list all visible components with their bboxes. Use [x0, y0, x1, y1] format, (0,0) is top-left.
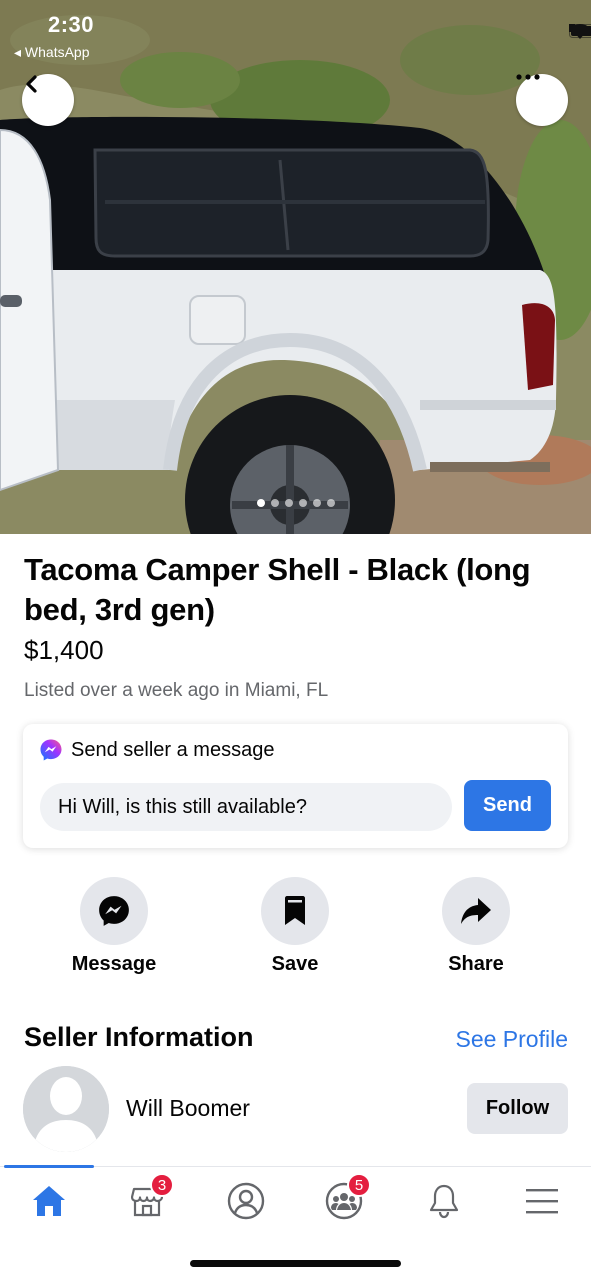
listing-title: Tacoma Camper Shell - Black (long bed, 3… [24, 552, 531, 627]
share-action-circle[interactable] [442, 877, 510, 945]
message-action-circle[interactable] [80, 877, 148, 945]
save-action-circle[interactable] [261, 877, 329, 945]
default-avatar-icon [23, 1066, 109, 1152]
marketplace-badge: 3 [150, 1173, 174, 1197]
photo-dot[interactable] [256, 499, 265, 507]
more-options-button[interactable] [516, 74, 568, 126]
tab-notifications[interactable] [414, 1179, 474, 1223]
photo-dot[interactable] [326, 499, 335, 507]
save-action-button[interactable]: Save [235, 877, 355, 976]
truck-photo [0, 0, 591, 534]
save-action-label: Save [271, 953, 319, 975]
seller-name[interactable]: Will Boomer [126, 1095, 250, 1122]
message-seller-card: Send seller a message Hi Will, is this s… [23, 724, 568, 848]
bottom-tab-bar: 3 5 [0, 1165, 591, 1236]
photo-dot[interactable] [312, 499, 321, 507]
see-profile-link[interactable]: See Profile [455, 1026, 568, 1053]
share-action-label: Share [448, 953, 504, 975]
message-action-button[interactable]: Message [54, 877, 174, 976]
seller-avatar[interactable] [23, 1066, 109, 1152]
more-dots-icon [516, 74, 540, 80]
photo-dot[interactable] [270, 499, 279, 507]
listing-photo[interactable]: 2:30 ◂ WhatsApp [0, 0, 591, 534]
back-button[interactable] [22, 74, 74, 126]
active-tab-indicator [4, 1165, 94, 1168]
share-action-button[interactable]: Share [416, 877, 536, 976]
listing-meta: Listed over a week ago in Miami, FL [24, 680, 329, 701]
message-input[interactable]: Hi Will, is this still available? [40, 783, 452, 831]
bookmark-icon [285, 896, 305, 925]
home-icon [33, 1186, 65, 1216]
bell-icon [429, 1184, 459, 1219]
listing-price: $1,400 [24, 635, 104, 665]
home-indicator[interactable] [190, 1260, 401, 1267]
menu-icon [526, 1189, 558, 1214]
tab-groups[interactable]: 5 [314, 1173, 374, 1223]
photo-dot[interactable] [284, 499, 293, 507]
send-button[interactable]: Send [464, 780, 551, 831]
message-card-header: Send seller a message [39, 738, 274, 762]
seller-information-heading: Seller Information [24, 1022, 254, 1052]
profile-icon [227, 1182, 265, 1220]
back-to-app-link[interactable]: ◂ WhatsApp [14, 44, 90, 61]
tab-marketplace[interactable]: 3 [117, 1173, 177, 1223]
message-action-label: Message [71, 953, 157, 975]
tab-home[interactable] [19, 1179, 79, 1223]
tab-profile[interactable] [216, 1179, 276, 1223]
photo-dot[interactable] [298, 499, 307, 507]
groups-badge: 5 [347, 1173, 371, 1197]
share-arrow-icon [461, 898, 491, 924]
messenger-icon [99, 896, 129, 926]
chevron-left-icon [26, 75, 37, 93]
message-card-title: Send seller a message [71, 738, 275, 761]
status-time: 2:30 [48, 12, 95, 37]
photo-pagination-dots[interactable] [0, 499, 591, 507]
status-bar: 2:30 ◂ WhatsApp [0, 0, 591, 64]
battery-icon [569, 24, 591, 38]
follow-button[interactable]: Follow [467, 1083, 568, 1134]
messenger-icon [40, 739, 62, 761]
tab-menu[interactable] [512, 1179, 572, 1223]
listing-actions: Message Save Share [0, 877, 591, 977]
